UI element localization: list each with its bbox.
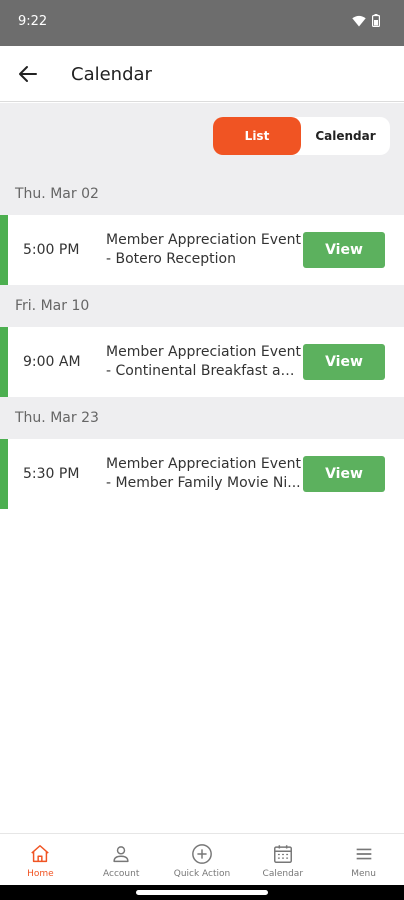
event-title-line2: - Botero Reception [106,251,236,267]
bottom-nav: Home Account Quick Action Calendar Menu [0,833,404,885]
event-row[interactable]: 5:00 PM Member Appreciation Event - Bote… [0,215,404,285]
nav-item-calendar[interactable]: Calendar [242,834,323,885]
view-toggle: List Calendar [213,117,390,155]
nav-label: Quick Action [173,869,231,879]
status-bar: 9:22 [0,0,404,46]
nav-item-quick-action[interactable]: Quick Action [162,834,243,885]
view-event-button[interactable]: View [303,456,385,492]
back-arrow-icon[interactable] [16,62,40,86]
event-time: 9:00 AM [23,354,81,370]
event-title-line2: - Continental Breakfast an... [106,363,302,379]
event-time: 5:30 PM [23,466,80,482]
event-title-line1: Member Appreciation Event [106,232,301,248]
battery-icon [372,14,380,27]
view-event-button[interactable]: View [303,232,385,268]
page-title: Calendar [71,64,152,85]
event-title-line1: Member Appreciation Event [106,344,301,360]
nav-label: Account [103,869,140,879]
status-icons [352,14,380,27]
event-color-bar [0,215,8,285]
list-view-button[interactable]: List [213,117,301,155]
wifi-icon [352,15,366,26]
plus-circle-icon [192,844,212,864]
event-title-line1: Member Appreciation Event [106,456,301,472]
date-header: Fri. Mar 10 [0,285,404,327]
event-row[interactable]: 9:00 AM Member Appreciation Event - Cont… [0,327,404,397]
person-icon [113,846,129,863]
date-label: Thu. Mar 23 [15,410,99,426]
date-label: Fri. Mar 10 [15,298,90,314]
event-title: Member Appreciation Event - Member Famil… [106,455,302,493]
status-time: 9:22 [18,14,48,29]
date-label: Thu. Mar 02 [15,186,99,202]
calendar-icon [273,845,292,863]
view-event-button[interactable]: View [303,344,385,380]
event-title: Member Appreciation Event - Botero Recep… [106,231,302,269]
home-icon [31,845,50,863]
nav-label: Menu [351,869,376,879]
event-title-line2: - Member Family Movie Ni... [106,475,301,491]
nav-item-account[interactable]: Account [81,834,162,885]
nav-item-menu[interactable]: Menu [323,834,404,885]
event-color-bar [0,327,8,397]
event-color-bar [0,439,8,509]
gesture-handle[interactable] [136,890,268,895]
nav-label: Calendar [262,869,304,879]
date-header: Thu. Mar 23 [0,397,404,439]
date-header: Thu. Mar 02 [0,173,404,215]
gesture-bar [0,885,404,900]
event-title: Member Appreciation Event - Continental … [106,343,302,381]
event-row[interactable]: 5:30 PM Member Appreciation Event - Memb… [0,439,404,509]
app-bar: Calendar [0,46,404,102]
nav-item-home[interactable]: Home [0,834,81,885]
event-time: 5:00 PM [23,242,80,258]
view-toggle-area: List Calendar [0,103,404,173]
nav-label: Home [27,869,54,879]
calendar-view-button[interactable]: Calendar [301,117,390,155]
hamburger-icon [356,848,371,860]
calendar-content: List Calendar Thu. Mar 02 5:00 PM Member… [0,103,404,833]
